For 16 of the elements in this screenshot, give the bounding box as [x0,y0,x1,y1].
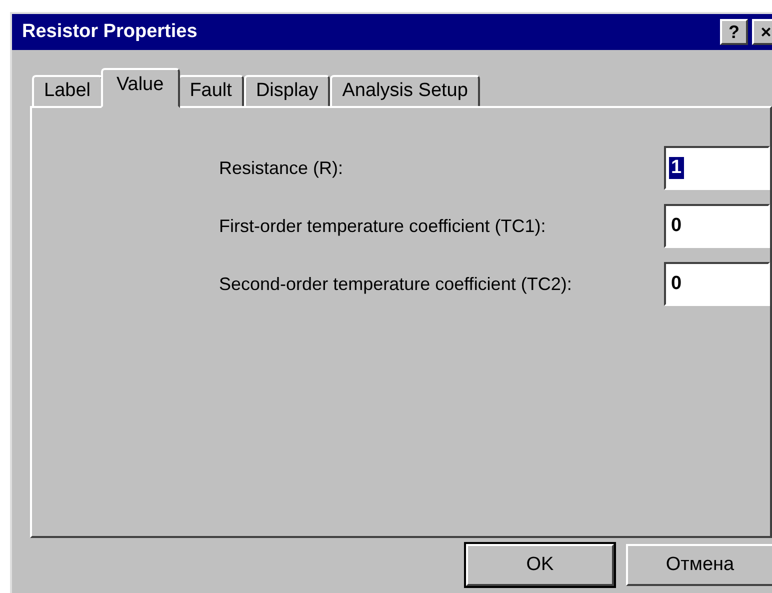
field-label: Resistance (R): [219,158,344,178]
tab[interactable]: Analysis Setup [330,75,480,106]
close-button[interactable]: × [752,19,772,45]
field-label: Second-order temperature coefficient (TC2): [219,274,573,294]
tab[interactable]: Label [32,75,102,106]
tab[interactable]: Value [100,68,180,108]
cancel-button[interactable]: Отмена [626,544,772,586]
help-button[interactable]: ? [720,19,748,45]
window-title: Resistor Properties [22,21,198,43]
tab[interactable]: Fault [178,75,244,106]
ok-button[interactable]: OK [466,544,614,586]
input-field[interactable]: 0 [664,204,770,248]
tab[interactable]: Display [244,75,330,106]
input-field[interactable]: 0 [664,262,770,306]
input-field[interactable]: 1 [664,146,770,190]
field-label: First-order temperature coefficient (TC1): [219,216,547,236]
